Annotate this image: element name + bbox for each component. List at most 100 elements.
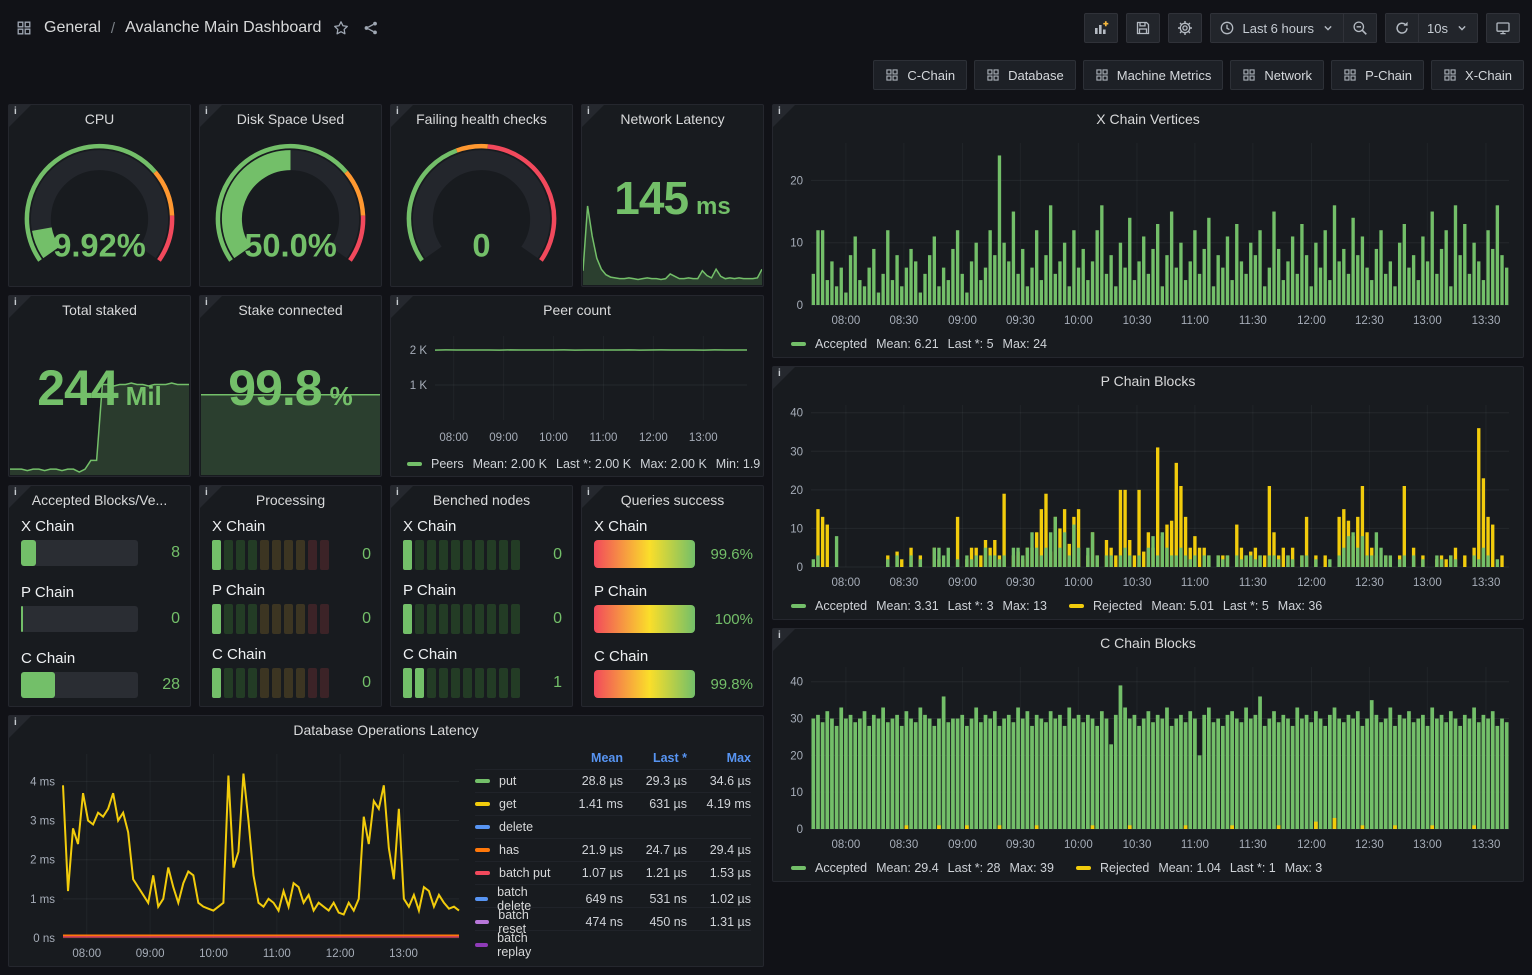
add-panel-button[interactable]	[1084, 13, 1118, 43]
dashboard-title[interactable]: Avalanche Main Dashboard	[125, 19, 321, 37]
svg-text:2 K: 2 K	[410, 345, 428, 357]
time-range-picker[interactable]: Last 6 hours	[1210, 13, 1344, 43]
legend-row-batch-reset[interactable]: batch reset 474 ns450 ns1.31 µs	[475, 907, 751, 930]
peer-count-chart[interactable]: 2 K1 K08:0009:0010:0011:0012:0013:00	[399, 326, 755, 446]
row-value: 0	[339, 610, 371, 628]
legend-row-batch-put[interactable]: batch put 1.07 µs1.21 µs1.53 µs	[475, 861, 751, 884]
panel-title[interactable]: Disk Space Used	[200, 105, 381, 133]
panel-info-icon[interactable]: i	[9, 296, 31, 318]
panel-title[interactable]: Failing health checks	[391, 105, 572, 133]
svg-text:50.0%: 50.0%	[244, 227, 337, 264]
dashboard-link-x-chain[interactable]: X-Chain	[1431, 60, 1524, 90]
legend-header-last[interactable]: Last *	[623, 751, 687, 765]
svg-text:13:00: 13:00	[1413, 315, 1442, 327]
segment-track	[212, 668, 329, 698]
segment-track	[403, 604, 520, 634]
panel-info-icon[interactable]: i	[391, 486, 413, 508]
svg-text:20: 20	[790, 175, 803, 187]
legend-swatch	[475, 825, 490, 829]
panel-info-icon[interactable]: i	[200, 296, 222, 318]
panel-title[interactable]: Benched nodes	[391, 486, 572, 514]
panel-info-icon[interactable]: i	[391, 105, 413, 127]
legend-item-accepted[interactable]: Accepted Mean: 6.21 Last *: 5 Max: 24	[791, 337, 1047, 351]
legend-row-has[interactable]: has 21.9 µs24.7 µs29.4 µs	[475, 838, 751, 861]
panel-info-icon[interactable]: i	[9, 716, 31, 738]
row-label: X Chain	[212, 518, 371, 535]
legend-row-batch-replay[interactable]: batch replay	[475, 930, 751, 953]
svg-text:11:00: 11:00	[1181, 577, 1209, 589]
panel-title[interactable]: Stake connected	[200, 296, 381, 324]
star-icon[interactable]	[331, 18, 351, 38]
legend-header-mean[interactable]: Mean	[557, 751, 623, 765]
panel-info-icon[interactable]: i	[582, 486, 604, 508]
panel-title[interactable]: X Chain Vertices	[773, 105, 1523, 133]
svg-text:10:30: 10:30	[1123, 577, 1152, 589]
dashboard-link-database[interactable]: Database	[974, 60, 1076, 90]
c-chain-blocks-chart[interactable]: 01020304008:0008:3009:0009:3010:0010:301…	[781, 659, 1515, 853]
legend-row-batch-delete[interactable]: batch delete 649 ns531 ns1.02 µs	[475, 884, 751, 907]
refresh-interval-picker[interactable]: 10s	[1419, 13, 1478, 43]
svg-text:13:30: 13:30	[1472, 315, 1501, 327]
bar-track	[21, 606, 138, 632]
legend-row-delete[interactable]: delete	[475, 815, 751, 838]
legend-item-peers[interactable]: Peers Mean: 2.00 K Last *: 2.00 K Max: 2…	[407, 457, 760, 471]
save-dashboard-button[interactable]	[1126, 13, 1160, 43]
panel-title[interactable]: Total staked	[9, 296, 190, 324]
svg-text:0: 0	[797, 824, 803, 836]
p-chain-blocks-chart[interactable]: 01020304008:0008:3009:0009:3010:0010:301…	[781, 397, 1515, 591]
legend-row-put[interactable]: put 28.8 µs29.3 µs34.6 µs	[475, 769, 751, 792]
panel-info-icon[interactable]: i	[9, 486, 31, 508]
svg-text:20: 20	[790, 750, 803, 762]
panel-info-icon[interactable]: i	[582, 105, 604, 127]
legend-stat: Last *: 5	[1223, 599, 1269, 613]
apps-grid-icon[interactable]	[14, 18, 34, 38]
panel-info-icon[interactable]: i	[200, 486, 222, 508]
panel-info-icon[interactable]: i	[773, 105, 795, 127]
legend-label: Accepted	[815, 861, 867, 875]
cycle-view-mode-button[interactable]	[1486, 13, 1520, 43]
legend-item-rejected[interactable]: Rejected Mean: 5.01 Last *: 5 Max: 36	[1069, 599, 1322, 613]
panel-title[interactable]: Database Operations Latency	[9, 716, 763, 744]
panel-title[interactable]: Processing	[200, 486, 381, 514]
row-label: C Chain	[212, 646, 371, 663]
legend-item-accepted[interactable]: Accepted Mean: 3.31 Last *: 3 Max: 13	[791, 599, 1047, 613]
panel-info-icon[interactable]: i	[773, 629, 795, 651]
share-icon[interactable]	[361, 18, 381, 38]
panel-info-icon[interactable]: i	[9, 105, 31, 127]
panel-title[interactable]: Network Latency	[582, 105, 763, 133]
panel-title[interactable]: Queries success	[582, 486, 763, 514]
panel-title[interactable]: CPU	[9, 105, 190, 133]
row-value: 8	[148, 544, 180, 562]
svg-text:12:30: 12:30	[1355, 315, 1384, 327]
stat-unit: Mil	[126, 381, 162, 412]
dashboard-settings-button[interactable]	[1168, 13, 1202, 43]
svg-text:09:00: 09:00	[489, 432, 518, 444]
svg-text:11:30: 11:30	[1239, 577, 1267, 589]
x-chain-vertices-chart[interactable]: 0102008:0008:3009:0009:3010:0010:3011:00…	[781, 135, 1515, 329]
legend-row-get[interactable]: get 1.41 ms631 µs4.19 ms	[475, 792, 751, 815]
breadcrumb-section[interactable]: General	[44, 19, 101, 37]
panel-title[interactable]: C Chain Blocks	[773, 629, 1523, 657]
row-value: 100%	[705, 611, 753, 628]
legend-item-rejected[interactable]: Rejected Mean: 1.04 Last *: 1 Max: 3	[1076, 861, 1322, 875]
panel-title[interactable]: Peer count	[391, 296, 763, 324]
stat-value: 99.8	[228, 359, 321, 417]
legend-header-max[interactable]: Max	[687, 751, 751, 765]
stat-value: 145	[614, 171, 688, 225]
db-latency-chart[interactable]: 4 ms3 ms2 ms1 ms0 ns08:0009:0010:0011:00…	[17, 744, 463, 962]
refresh-button[interactable]	[1385, 13, 1419, 43]
zoom-out-time-button[interactable]	[1344, 13, 1377, 43]
panel-info-icon[interactable]: i	[200, 105, 222, 127]
legend-label: Peers	[431, 457, 464, 471]
dashboard-link-c-chain[interactable]: C-Chain	[873, 60, 967, 90]
dashboard-link-machine-metrics[interactable]: Machine Metrics	[1083, 60, 1224, 90]
panel-title[interactable]: Accepted Blocks/Ve...	[9, 486, 190, 514]
dashboard-link-p-chain[interactable]: P-Chain	[1331, 60, 1424, 90]
panel-title[interactable]: P Chain Blocks	[773, 367, 1523, 395]
legend-item-accepted[interactable]: Accepted Mean: 29.4 Last *: 28 Max: 39	[791, 861, 1054, 875]
svg-text:30: 30	[790, 446, 803, 458]
panel-info-icon[interactable]: i	[391, 296, 413, 318]
dashboard-link-network[interactable]: Network	[1230, 60, 1324, 90]
legend-stat: Mean: 1.04	[1158, 861, 1221, 875]
panel-info-icon[interactable]: i	[773, 367, 795, 389]
